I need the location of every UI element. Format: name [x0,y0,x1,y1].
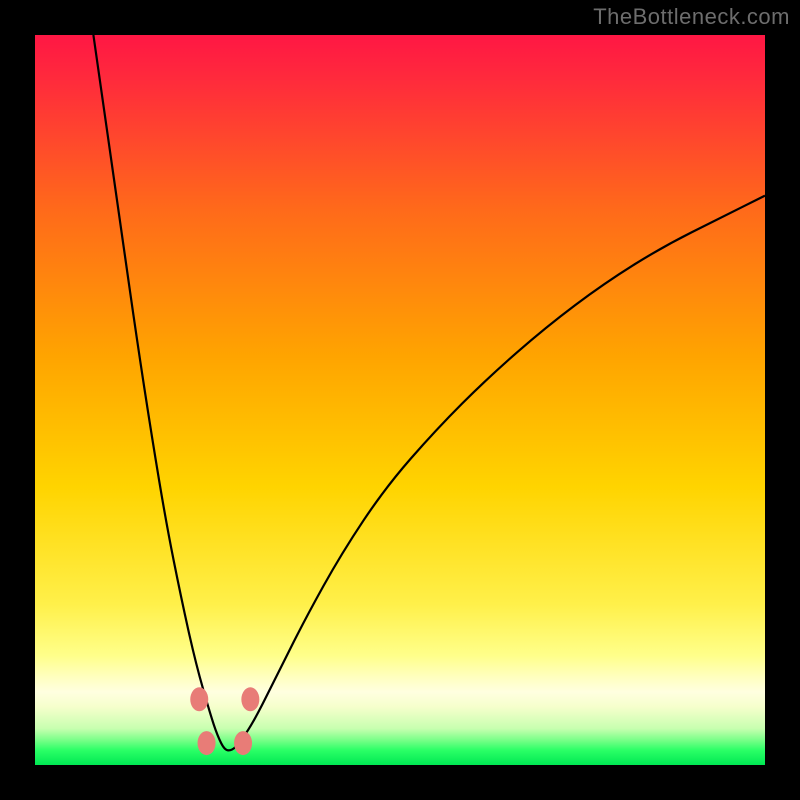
curve-marker [241,687,259,711]
gradient-background [35,35,765,765]
curve-marker [190,687,208,711]
watermark-text: TheBottleneck.com [593,4,790,30]
curve-marker [234,731,252,755]
chart-svg [35,35,765,765]
outer-frame: TheBottleneck.com [0,0,800,800]
curve-marker [198,731,216,755]
plot-area [35,35,765,765]
